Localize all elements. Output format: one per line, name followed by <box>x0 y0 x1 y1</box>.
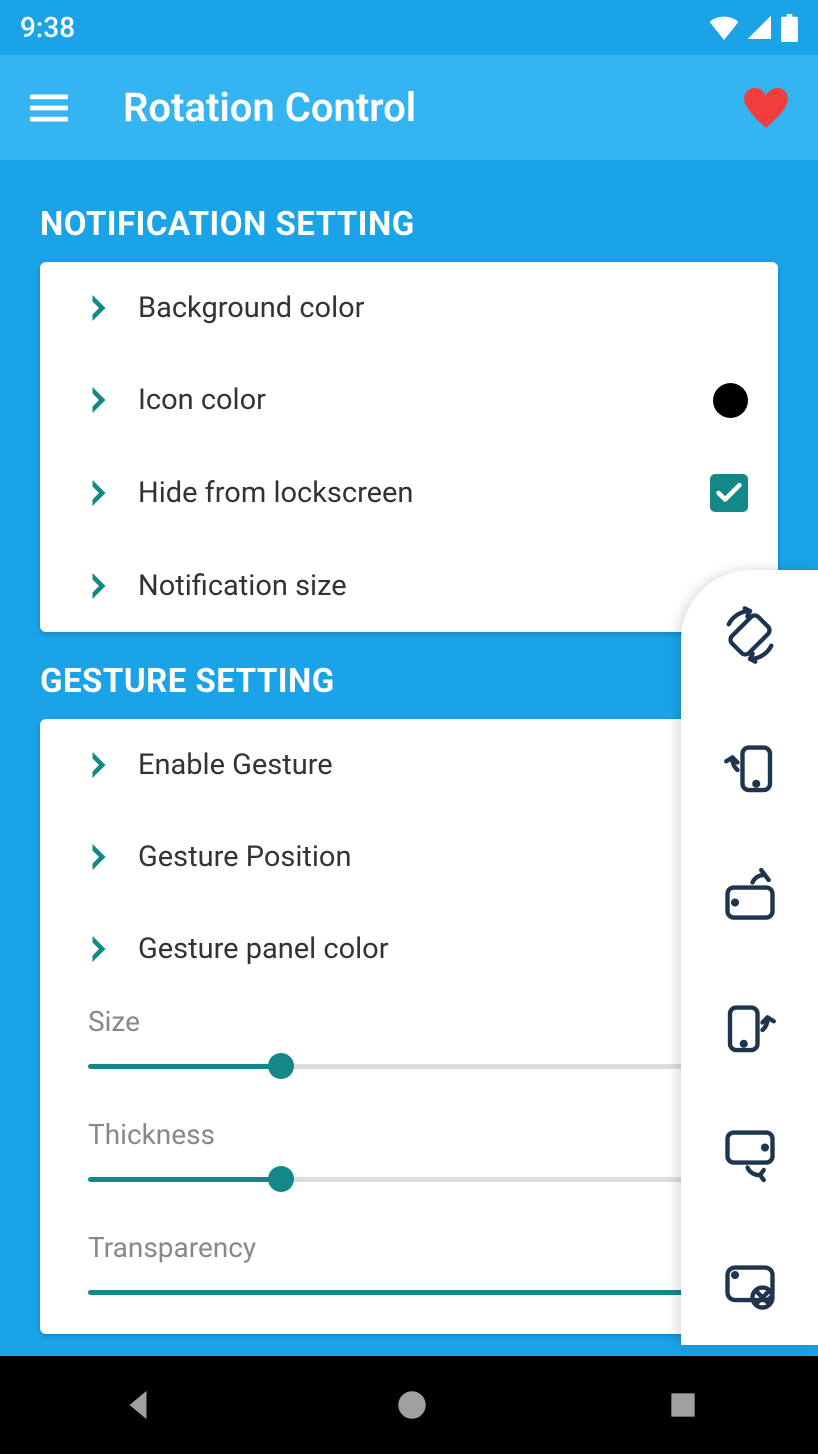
chevron-right-icon <box>90 387 108 413</box>
chevron-right-icon <box>90 844 108 870</box>
item-background-color[interactable]: Background color <box>40 262 778 354</box>
back-button[interactable] <box>121 1388 155 1422</box>
rotation-lock-icon[interactable] <box>715 1250 785 1320</box>
icon-color-swatch <box>713 383 748 418</box>
label-iconcolor: Icon color <box>138 383 683 417</box>
chevron-right-icon <box>90 936 108 962</box>
label-notifsize: Notification size <box>138 569 748 603</box>
card-gesture: Enable Gesture Gesture Position Gesture … <box>40 719 778 1334</box>
label-bgcolor: Background color <box>138 291 748 325</box>
wifi-icon <box>709 16 739 40</box>
menu-icon[interactable] <box>30 93 68 123</box>
app-bar: Rotation Control <box>0 55 818 160</box>
recent-button[interactable] <box>669 1391 697 1419</box>
item-hide-lockscreen[interactable]: Hide from lockscreen <box>40 446 778 540</box>
slider-transparency-group: Transparency <box>40 1221 778 1334</box>
label-panelcolor: Gesture panel color <box>138 932 748 966</box>
status-icons <box>709 14 798 42</box>
rotate-portrait-left-icon[interactable] <box>715 730 785 800</box>
checkbox-hide-lockscreen[interactable] <box>710 474 748 512</box>
item-notification-size[interactable]: Notification size <box>40 540 778 632</box>
app-title: Rotation Control <box>123 84 689 131</box>
rotate-landscape-down-icon[interactable] <box>715 1120 785 1190</box>
auto-rotate-icon[interactable] <box>715 600 785 670</box>
chevron-right-icon <box>90 480 108 506</box>
chevron-right-icon <box>90 752 108 778</box>
item-icon-color[interactable]: Icon color <box>40 354 778 446</box>
label-position: Gesture Position <box>138 840 748 874</box>
slider-thickness[interactable] <box>88 1161 730 1197</box>
heart-icon[interactable] <box>744 88 788 128</box>
slider-size[interactable] <box>88 1048 730 1084</box>
home-button[interactable] <box>397 1390 427 1420</box>
card-notification: Background color Icon color Hide from lo… <box>40 262 778 632</box>
slider-size-label: Size <box>88 1005 730 1038</box>
item-gesture-position[interactable]: Gesture Position <box>40 811 778 903</box>
slider-thickness-group: Thickness <box>40 1108 778 1221</box>
slider-thickness-label: Thickness <box>88 1118 730 1151</box>
item-enable-gesture[interactable]: Enable Gesture <box>40 719 778 811</box>
signal-icon <box>747 16 773 40</box>
item-gesture-panel-color[interactable]: Gesture panel color <box>40 903 778 995</box>
chevron-right-icon <box>90 573 108 599</box>
chevron-right-icon <box>90 295 108 321</box>
section-title-gesture: GESTURE SETTING <box>40 662 778 701</box>
label-enable: Enable Gesture <box>138 748 748 782</box>
slider-transparency[interactable] <box>88 1274 730 1310</box>
status-time: 9:38 <box>20 11 75 44</box>
navigation-bar <box>0 1356 818 1454</box>
rotate-portrait-right-icon[interactable] <box>715 990 785 1060</box>
label-hidelock: Hide from lockscreen <box>138 476 680 510</box>
battery-icon <box>781 14 798 42</box>
rotation-side-panel <box>681 570 818 1345</box>
section-title-notification: NOTIFICATION SETTING <box>40 205 778 244</box>
slider-size-group: Size <box>40 995 778 1108</box>
status-bar: 9:38 <box>0 0 818 55</box>
slider-transparency-label: Transparency <box>88 1231 730 1264</box>
rotate-landscape-up-icon[interactable] <box>715 860 785 930</box>
check-icon <box>716 482 742 504</box>
